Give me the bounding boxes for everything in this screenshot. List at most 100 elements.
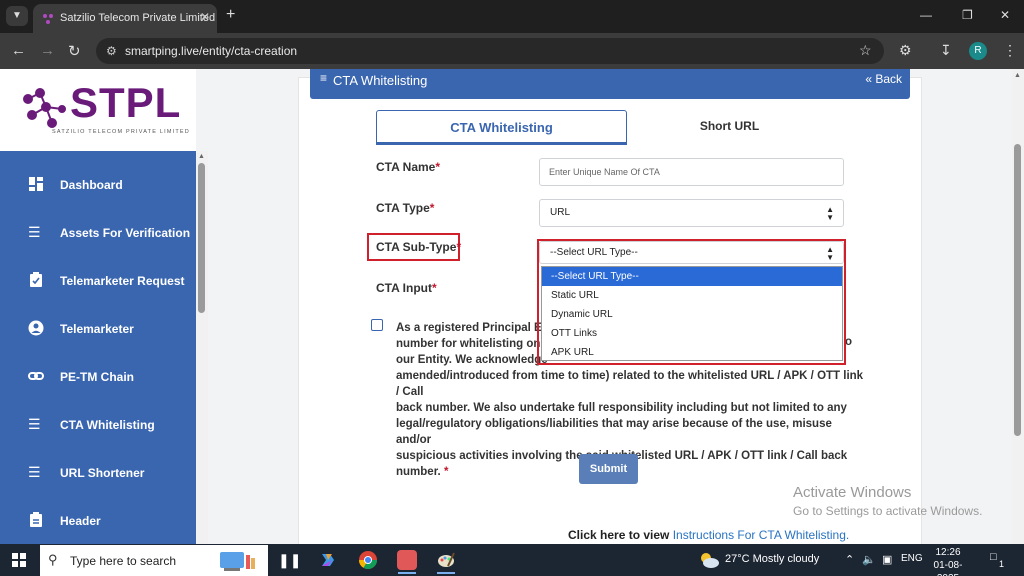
reload-icon[interactable]: ↻	[68, 42, 81, 60]
user-circle-icon	[28, 320, 44, 336]
bookmark-star-icon[interactable]: ☆	[859, 42, 872, 59]
task-view-icon[interactable]: ❚❚	[278, 550, 301, 570]
chrome-profile-app-icon[interactable]	[397, 550, 417, 570]
list-icon: ☰	[28, 464, 41, 480]
notification-icon[interactable]: □	[990, 551, 997, 563]
search-highlight-icon	[220, 552, 255, 571]
cta-name-label: CTA Name*	[376, 160, 441, 174]
windows-start-icon[interactable]	[12, 553, 26, 567]
browser-tabbar: ▼ Satzilio Telecom Private Limited ✕ + —…	[0, 0, 1024, 33]
dashboard-icon	[28, 176, 44, 192]
sidebar-item-label: Dashboard	[60, 178, 123, 192]
sidebar-item-assets-for-verification[interactable]: ☰ Assets For Verification	[0, 210, 196, 258]
sidebar-item-label: PE-TM Chain	[60, 370, 134, 384]
sidebar-item-telemarketer-request[interactable]: Telemarketer Request	[0, 258, 196, 306]
dropdown-option[interactable]: Static URL	[542, 286, 842, 305]
list-icon: ☰	[28, 416, 41, 432]
sidebar-item-telemarketer[interactable]: Telemarketer	[0, 306, 196, 354]
weather-text[interactable]: 27°C Mostly cloudy	[725, 553, 819, 565]
paint-icon[interactable]	[436, 550, 456, 570]
dropdown-option[interactable]: OTT Links	[542, 324, 842, 343]
sidebar-item-dashboard[interactable]: Dashboard	[0, 162, 196, 210]
sidebar-item-label: Telemarketer Request	[60, 274, 185, 288]
extensions-icon[interactable]: ⚙	[899, 42, 912, 59]
chrome-menu-icon[interactable]: ⋮	[1003, 42, 1017, 59]
scroll-up-icon[interactable]: ▲	[1014, 72, 1021, 79]
chrome-icon[interactable]	[358, 550, 378, 570]
link-icon	[28, 368, 44, 384]
copilot-icon[interactable]	[318, 550, 338, 570]
menu-icon: ≡	[320, 71, 328, 85]
select-arrows-icon: ▲ ▼	[826, 205, 834, 222]
windows-taskbar: ⚲ Type here to search ❚❚ 27°C Mostly clo…	[0, 544, 1024, 576]
address-bar[interactable]: ⚙ smartping.live/entity/cta-creation ☆	[96, 38, 884, 64]
cta-name-input[interactable]: Enter Unique Name Of CTA	[539, 158, 844, 186]
minimize-icon[interactable]: —	[920, 8, 932, 22]
sidebar-logo-area: STPL SATZILIO TELECOM PRIVATE LIMITED	[0, 69, 196, 151]
scroll-up-icon[interactable]: ▲	[198, 153, 205, 160]
sidebar-item-label: Telemarketer	[60, 322, 134, 336]
network-icon[interactable]: ▣	[882, 553, 892, 566]
submit-button[interactable]: Submit	[579, 454, 638, 484]
browser-toolbar: ← → ↻ ⚙ smartping.live/entity/cta-creati…	[0, 33, 1024, 69]
window-close-icon[interactable]: ✕	[1000, 8, 1010, 22]
dropdown-option[interactable]: Dynamic URL	[542, 305, 842, 324]
tab-short-url[interactable]: Short URL	[627, 110, 832, 145]
url-text[interactable]: smartping.live/entity/cta-creation	[125, 44, 297, 58]
site-info-icon[interactable]: ⚙	[106, 44, 117, 58]
language-indicator[interactable]: ENG	[901, 553, 923, 564]
cta-type-label: CTA Type*	[376, 201, 435, 215]
logo-subtitle: SATZILIO TELECOM PRIVATE LIMITED	[52, 129, 190, 135]
cta-name-placeholder: Enter Unique Name Of CTA	[549, 167, 660, 177]
dropdown-option[interactable]: --Select URL Type--	[542, 267, 842, 286]
page-scroll-thumb[interactable]	[1014, 144, 1021, 436]
cta-subtype-dropdown[interactable]: --Select URL Type-- Static URL Dynamic U…	[541, 266, 843, 361]
weather-cloud-icon[interactable]	[698, 551, 720, 569]
page-title: CTA Whitelisting	[333, 73, 428, 88]
cta-type-select[interactable]: URL ▲ ▼	[539, 199, 844, 227]
activate-windows-watermark: Activate Windows Go to Settings to activ…	[793, 484, 983, 518]
restore-icon[interactable]: ❐	[962, 8, 973, 22]
back-arrow-icon[interactable]: ←	[11, 42, 26, 59]
search-placeholder: Type here to search	[70, 554, 177, 568]
browser-tab-active[interactable]: Satzilio Telecom Private Limited ✕	[33, 4, 217, 33]
new-tab-icon[interactable]: +	[226, 6, 235, 24]
close-tab-icon[interactable]: ✕	[200, 10, 210, 24]
sidebar-item-cta-whitelisting[interactable]: ☰ CTA Whitelisting	[0, 402, 196, 450]
logo-text: STPL	[70, 79, 182, 126]
active-app-indicator	[398, 572, 416, 574]
profile-avatar[interactable]: R	[969, 42, 987, 60]
tab-search-button[interactable]: ▼	[6, 6, 28, 26]
tab-cta-whitelisting[interactable]: CTA Whitelisting	[376, 110, 627, 145]
sidebar-item-header[interactable]: Header	[0, 498, 196, 544]
clipboard-check-icon	[28, 272, 44, 288]
instructions-text: Click here to view Instructions For CTA …	[568, 528, 850, 542]
volume-icon[interactable]: 🔈	[862, 553, 876, 566]
sidebar-item-url-shortener[interactable]: ☰ URL Shortener	[0, 450, 196, 498]
taskbar-search-box[interactable]: ⚲ Type here to search	[40, 545, 268, 576]
cta-input-label: CTA Input*	[376, 281, 437, 295]
instructions-link[interactable]: Instructions For CTA Whitelisting.	[673, 528, 850, 542]
declaration-checkbox[interactable]	[371, 319, 383, 331]
declaration-fragment: o	[845, 336, 853, 348]
forward-arrow-icon[interactable]: →	[40, 42, 55, 59]
sidebar-scroll-thumb[interactable]	[198, 163, 205, 313]
cta-subtype-label: CTA Sub-Type*	[376, 240, 462, 254]
taskbar-clock[interactable]: 12:26 01-08-2025	[928, 546, 968, 576]
notification-count: 1	[999, 559, 1005, 569]
clipboard-icon	[28, 512, 44, 528]
sidebar-scrollbar[interactable]: ▲	[196, 151, 208, 544]
tab-title: Satzilio Telecom Private Limited	[60, 12, 216, 24]
chevron-up-icon[interactable]: ⌃	[845, 553, 854, 566]
back-button[interactable]: « Back	[865, 72, 902, 86]
list-icon: ☰	[28, 224, 41, 240]
cta-type-value: URL	[550, 207, 571, 218]
dropdown-option[interactable]: APK URL	[542, 343, 842, 362]
stpl-logo-icon	[23, 88, 66, 128]
download-icon[interactable]: ↧	[940, 42, 952, 59]
sidebar-item-pe-tm-chain[interactable]: PE-TM Chain	[0, 354, 196, 402]
search-icon: ⚲	[48, 552, 58, 567]
active-app-indicator	[437, 572, 455, 574]
page-scrollbar[interactable]: ▲	[1012, 69, 1024, 544]
tab-label: CTA Whitelisting	[450, 120, 553, 135]
